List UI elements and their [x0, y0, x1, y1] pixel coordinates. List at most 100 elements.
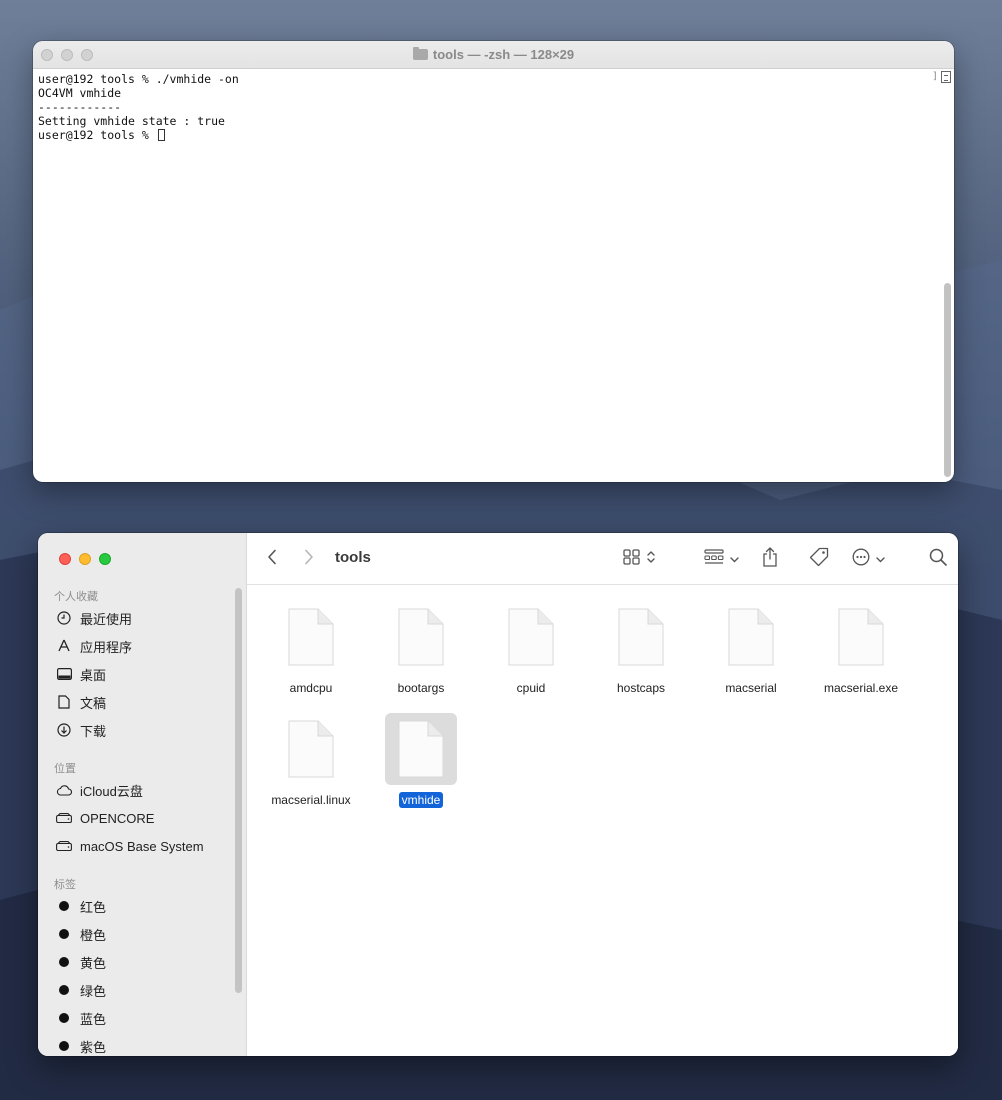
- sidebar-scrollbar[interactable]: [235, 588, 242, 993]
- sidebar-item-label: OPENCORE: [80, 810, 155, 826]
- group-button[interactable]: [704, 547, 739, 571]
- terminal-prompt-line: user@192 tools %: [38, 128, 934, 142]
- finder-window[interactable]: 个人收藏 最近使用 应用程序 桌面 文稿 下载 位置 iCloud云盘 OPEN…: [38, 533, 958, 1056]
- search-icon: [929, 548, 947, 571]
- terminal-line: Setting vmhide state : true: [38, 114, 225, 128]
- view-mode-button[interactable]: [623, 547, 655, 571]
- sidebar-item-label: 紫色: [80, 1039, 107, 1055]
- file-grid: amdcpu bootargs cpuid hostcaps macserial: [247, 586, 958, 1056]
- sidebar-item-label: 桌面: [80, 667, 107, 683]
- desktop-icon: [56, 666, 72, 682]
- share-button[interactable]: [762, 546, 778, 572]
- grid-view-icon: [623, 548, 641, 570]
- sidebar-header-favorites: 个人收藏: [54, 591, 98, 603]
- search-button[interactable]: [929, 547, 947, 571]
- sidebar-item-label: macOS Base System: [80, 838, 204, 854]
- sidebar-tag-yellow[interactable]: 黄色: [56, 950, 106, 974]
- sidebar-item-applications[interactable]: 应用程序: [56, 634, 132, 658]
- sidebar-item-recents[interactable]: 最近使用: [56, 606, 132, 630]
- file-name: macserial.exe: [823, 681, 899, 695]
- sidebar-header-locations: 位置: [54, 763, 76, 775]
- sidebar-tag-purple[interactable]: 紫色: [56, 1034, 106, 1056]
- terminal-window[interactable]: tools — -zsh — 128×29 user@192 tools % .…: [33, 41, 954, 482]
- sidebar-header-tags: 标签: [54, 879, 76, 891]
- sidebar-item-downloads[interactable]: 下载: [56, 718, 106, 742]
- document-icon: [275, 601, 347, 673]
- document-icon: [56, 694, 72, 710]
- sidebar-item-desktop[interactable]: 桌面: [56, 662, 106, 686]
- sidebar-item-macos-base-system[interactable]: macOS Base System: [56, 834, 204, 858]
- file-name: hostcaps: [616, 681, 666, 695]
- zoom-button[interactable]: [99, 553, 111, 565]
- more-actions-button[interactable]: [852, 547, 885, 571]
- sidebar-item-label: 最近使用: [80, 611, 133, 627]
- terminal-output[interactable]: user@192 tools % ./vmhide -on OC4VM vmhid…: [38, 72, 934, 142]
- apps-icon: [56, 638, 72, 654]
- sidebar-item-label: 绿色: [80, 983, 107, 999]
- share-icon: [762, 546, 778, 572]
- file-name: macserial.linux: [271, 793, 351, 807]
- terminal-line: ------------: [38, 100, 122, 114]
- sidebar-tag-green[interactable]: 绿色: [56, 978, 106, 1002]
- finder-sidebar: 个人收藏 最近使用 应用程序 桌面 文稿 下载 位置 iCloud云盘 OPEN…: [38, 533, 247, 1056]
- tag-dot-icon: [56, 1010, 72, 1026]
- tag-dot-icon: [56, 926, 72, 942]
- document-icon: [715, 601, 787, 673]
- ellipsis-circle-icon: [852, 548, 870, 571]
- file-item-selected[interactable]: vmhide: [366, 713, 476, 809]
- file-name: cpuid: [516, 681, 546, 695]
- sidebar-item-label: 红色: [80, 899, 107, 915]
- document-icon: [385, 713, 457, 785]
- clock-icon: [56, 610, 72, 626]
- chevron-down-icon: [730, 550, 739, 568]
- sidebar-tag-blue[interactable]: 蓝色: [56, 1006, 106, 1030]
- document-icon: [385, 601, 457, 673]
- sidebar-item-opencore[interactable]: OPENCORE: [56, 806, 154, 830]
- file-item[interactable]: amdcpu: [256, 601, 366, 697]
- terminal-prompt: user@192 tools %: [38, 128, 156, 142]
- folder-icon: [412, 47, 428, 60]
- bracket-icon: ]: [931, 71, 938, 82]
- scroll-lines-icon[interactable]: [941, 71, 951, 83]
- document-icon: [605, 601, 677, 673]
- terminal-title: tools — -zsh — 128×29: [33, 47, 954, 62]
- file-name: bootargs: [397, 681, 445, 695]
- file-name: macserial: [725, 681, 777, 695]
- tag-dot-icon: [56, 1038, 72, 1054]
- tag-dot-icon: [56, 982, 72, 998]
- group-icon: [704, 548, 724, 570]
- chevron-right-icon: [304, 549, 314, 570]
- terminal-titlebar[interactable]: tools — -zsh — 128×29: [33, 41, 954, 69]
- file-item[interactable]: hostcaps: [586, 601, 696, 697]
- file-item[interactable]: macserial: [696, 601, 806, 697]
- sidebar-item-label: 黄色: [80, 955, 107, 971]
- back-button[interactable]: [267, 547, 277, 571]
- minimize-button[interactable]: [79, 553, 91, 565]
- document-icon: [495, 601, 567, 673]
- file-item[interactable]: bootargs: [366, 601, 476, 697]
- sidebar-item-label: 文稿: [80, 695, 107, 711]
- sidebar-item-icloud[interactable]: iCloud云盘: [56, 778, 143, 802]
- sidebar-tag-red[interactable]: 红色: [56, 894, 106, 918]
- file-item[interactable]: macserial.linux: [256, 713, 366, 809]
- terminal-line: user@192 tools % ./vmhide -on: [38, 72, 239, 86]
- tag-dot-icon: [56, 898, 72, 914]
- tag-button[interactable]: [809, 547, 829, 571]
- tag-dot-icon: [56, 954, 72, 970]
- file-item[interactable]: cpuid: [476, 601, 586, 697]
- chevron-left-icon: [267, 549, 277, 570]
- sidebar-item-documents[interactable]: 文稿: [56, 690, 106, 714]
- sidebar-item-label: 蓝色: [80, 1011, 107, 1027]
- file-item[interactable]: macserial.exe: [806, 601, 916, 697]
- forward-button[interactable]: [304, 547, 314, 571]
- finder-toolbar: tools: [247, 533, 958, 585]
- terminal-scrollbar[interactable]: [944, 283, 951, 477]
- sidebar-tag-orange[interactable]: 橙色: [56, 922, 106, 946]
- drive-icon: [56, 810, 72, 826]
- close-button[interactable]: [59, 553, 71, 565]
- drive-icon: [56, 838, 72, 854]
- sidebar-item-label: 应用程序: [80, 639, 133, 655]
- terminal-cursor: [157, 129, 165, 141]
- sidebar-item-label: 下载: [80, 723, 107, 739]
- terminal-title-text: tools — -zsh — 128×29: [432, 47, 575, 62]
